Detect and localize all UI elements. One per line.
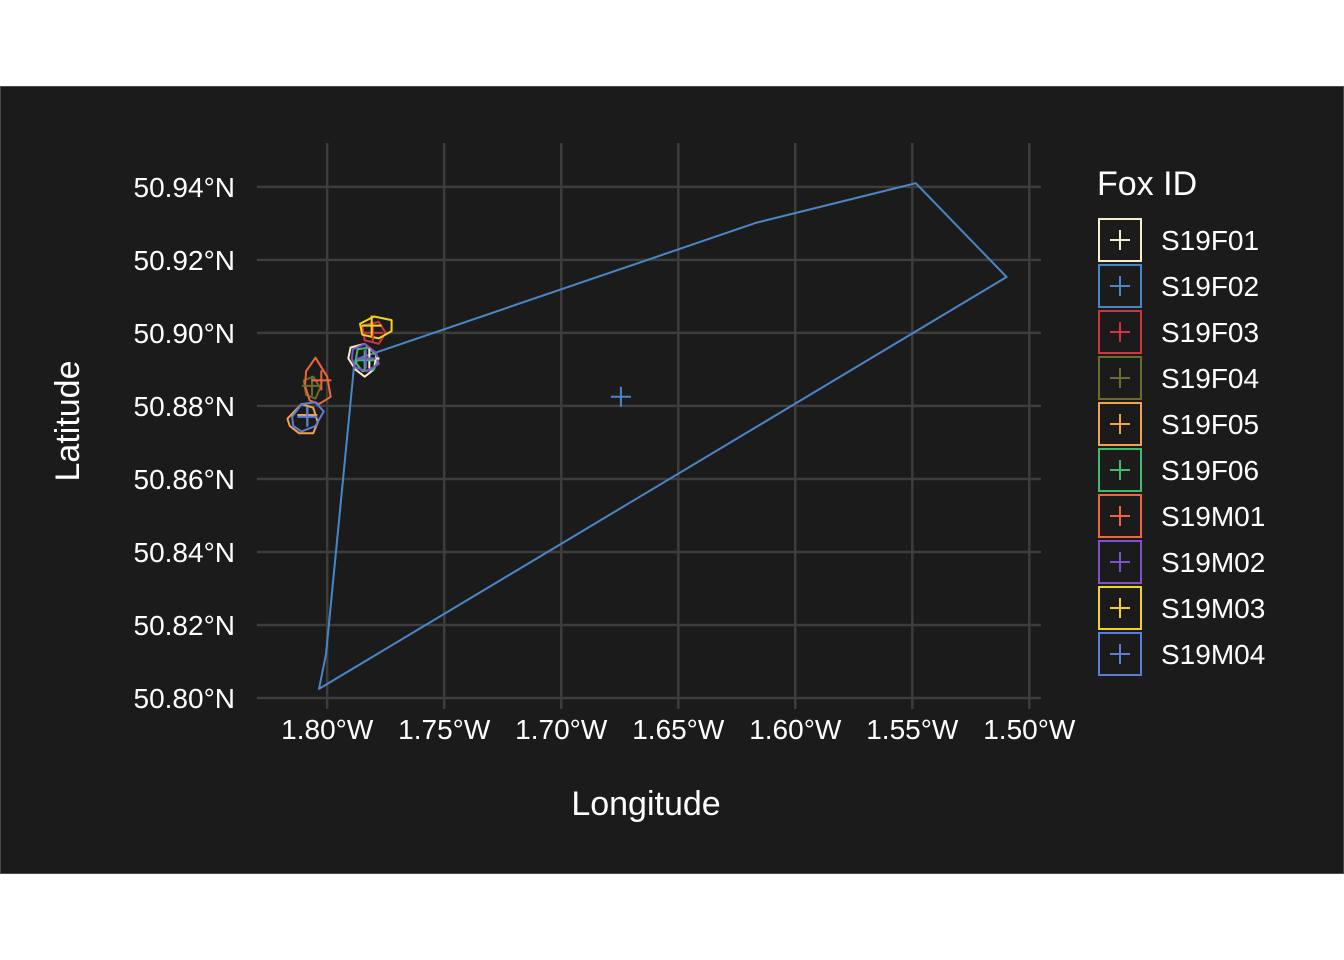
x-tick-label: 1.60°W (749, 714, 842, 745)
grid-lines (257, 143, 1041, 709)
legend-title: Fox ID (1097, 165, 1197, 203)
legend-item-S19F03: S19F03 (1098, 310, 1259, 354)
x-tick-label: 1.65°W (632, 714, 725, 745)
legend-label: S19M03 (1161, 593, 1265, 624)
legend-label: S19F02 (1161, 271, 1259, 302)
legend-label: S19F04 (1161, 363, 1259, 394)
legend-item-S19F02: S19F02 (1098, 264, 1259, 308)
legend-item-S19M03: S19M03 (1098, 586, 1265, 630)
x-axis-ticks: 1.80°W 1.75°W 1.70°W 1.65°W 1.60°W 1.55°W 1.50… (281, 714, 1076, 745)
x-tick-label: 1.80°W (281, 714, 374, 745)
y-tick-label: 50.84°N (134, 537, 236, 568)
legend-label: S19F06 (1161, 455, 1259, 486)
y-tick-label: 50.82°N (134, 610, 236, 641)
legend-label: S19F05 (1161, 409, 1259, 440)
centroid-S19F02 (610, 386, 631, 407)
home-range-S19M03 (359, 315, 393, 340)
legend-item-S19F06: S19F06 (1098, 448, 1259, 492)
legend-item-S19F04: S19F04 (1098, 356, 1259, 400)
x-tick-label: 1.70°W (515, 714, 608, 745)
chart-panel: 1.80°W 1.75°W 1.70°W 1.65°W 1.60°W 1.55°W 1.50… (0, 86, 1344, 874)
legend-item-S19M02: S19M02 (1098, 540, 1265, 584)
legend-item-S19M01: S19M01 (1098, 494, 1265, 538)
legend-item-S19F05: S19F05 (1098, 402, 1259, 446)
legend-item-S19F01: S19F01 (1098, 218, 1259, 262)
y-tick-label: 50.94°N (134, 172, 236, 203)
legend-label: S19M02 (1161, 547, 1265, 578)
legend: Fox ID S19F01 S19F02 S19F03 S19F04 S19F05 S19… (1097, 165, 1265, 676)
legend-label: S19M04 (1161, 639, 1265, 670)
legend-label: S19F01 (1161, 225, 1259, 256)
legend-label: S19M01 (1161, 501, 1265, 532)
chart-svg: 1.80°W 1.75°W 1.70°W 1.65°W 1.60°W 1.55°W 1.50… (49, 143, 1265, 823)
y-tick-label: 50.86°N (134, 464, 236, 495)
y-tick-label: 50.92°N (134, 245, 236, 276)
y-tick-label: 50.80°N (134, 683, 236, 714)
x-tick-label: 1.55°W (866, 714, 959, 745)
y-axis-ticks: 50.94°N 50.92°N 50.90°N 50.88°N 50.86°N 50.84… (134, 172, 236, 714)
y-axis-label: Latitude (49, 361, 87, 482)
y-tick-label: 50.88°N (134, 391, 236, 422)
x-axis-label: Longitude (571, 785, 720, 823)
y-tick-label: 50.90°N (134, 318, 236, 349)
x-tick-label: 1.75°W (398, 714, 491, 745)
legend-item-S19M04: S19M04 (1098, 632, 1265, 676)
legend-label: S19F03 (1161, 317, 1259, 348)
x-tick-label: 1.50°W (983, 714, 1076, 745)
